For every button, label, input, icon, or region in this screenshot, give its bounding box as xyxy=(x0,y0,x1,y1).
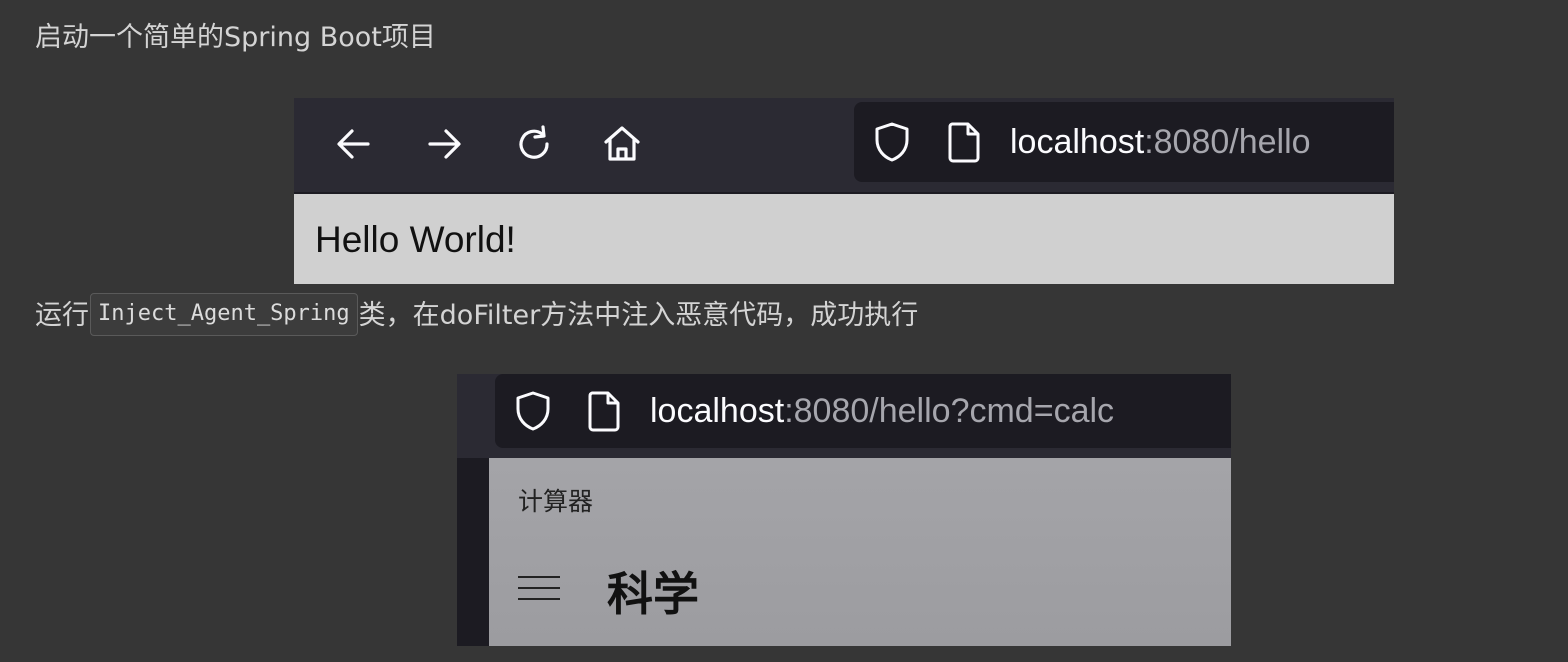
back-arrow-icon[interactable] xyxy=(330,120,378,168)
url-path: :8080/hello?cmd=calc xyxy=(784,392,1115,430)
screenshot-calc: localhost:8080/hello?cmd=calc 计算器 科学 xyxy=(457,374,1231,646)
calculator-window: 计算器 科学 xyxy=(489,458,1231,646)
paragraph-intro: 启动一个简单的Spring Boot项目 xyxy=(35,22,436,53)
hamburger-menu-icon[interactable] xyxy=(518,576,560,604)
url-host: localhost xyxy=(650,392,785,430)
page-content: Hello World! xyxy=(294,194,1394,284)
address-bar[interactable]: localhost:8080/hello xyxy=(854,102,1394,182)
calculator-mode-title: 科学 xyxy=(607,567,699,621)
url-text[interactable]: localhost:8080/hello?cmd=calc xyxy=(650,391,1114,431)
forward-arrow-icon[interactable] xyxy=(420,120,468,168)
page-icon xyxy=(584,389,624,433)
paragraph-text-after: 类，在doFilter方法中注入恶意代码，成功执行 xyxy=(358,300,919,331)
calculator-title: 计算器 xyxy=(518,487,594,516)
home-icon[interactable] xyxy=(598,120,646,168)
shield-icon[interactable] xyxy=(872,120,912,164)
browser-toolbar: localhost:8080/hello?cmd=calc xyxy=(457,374,1231,458)
inline-code: Inject_Agent_Spring xyxy=(90,293,358,336)
screenshot-hello-world: localhost:8080/hello Hello World! xyxy=(294,98,1394,284)
sidebar-strip xyxy=(457,458,489,646)
paragraph-text-before: 运行 xyxy=(35,300,89,331)
paragraph-inject: 运行 Inject_Agent_Spring 类，在doFilter方法中注入恶意代… xyxy=(35,293,919,338)
page-icon xyxy=(944,120,984,164)
browser-toolbar: localhost:8080/hello xyxy=(294,98,1394,192)
reload-icon[interactable] xyxy=(510,120,558,168)
hello-world-text: Hello World! xyxy=(315,219,516,260)
url-path: :8080/hello xyxy=(1144,123,1311,161)
url-host: localhost xyxy=(1010,123,1145,161)
shield-icon[interactable] xyxy=(513,389,553,433)
url-text[interactable]: localhost:8080/hello xyxy=(1010,122,1311,162)
address-bar[interactable]: localhost:8080/hello?cmd=calc xyxy=(495,374,1231,448)
